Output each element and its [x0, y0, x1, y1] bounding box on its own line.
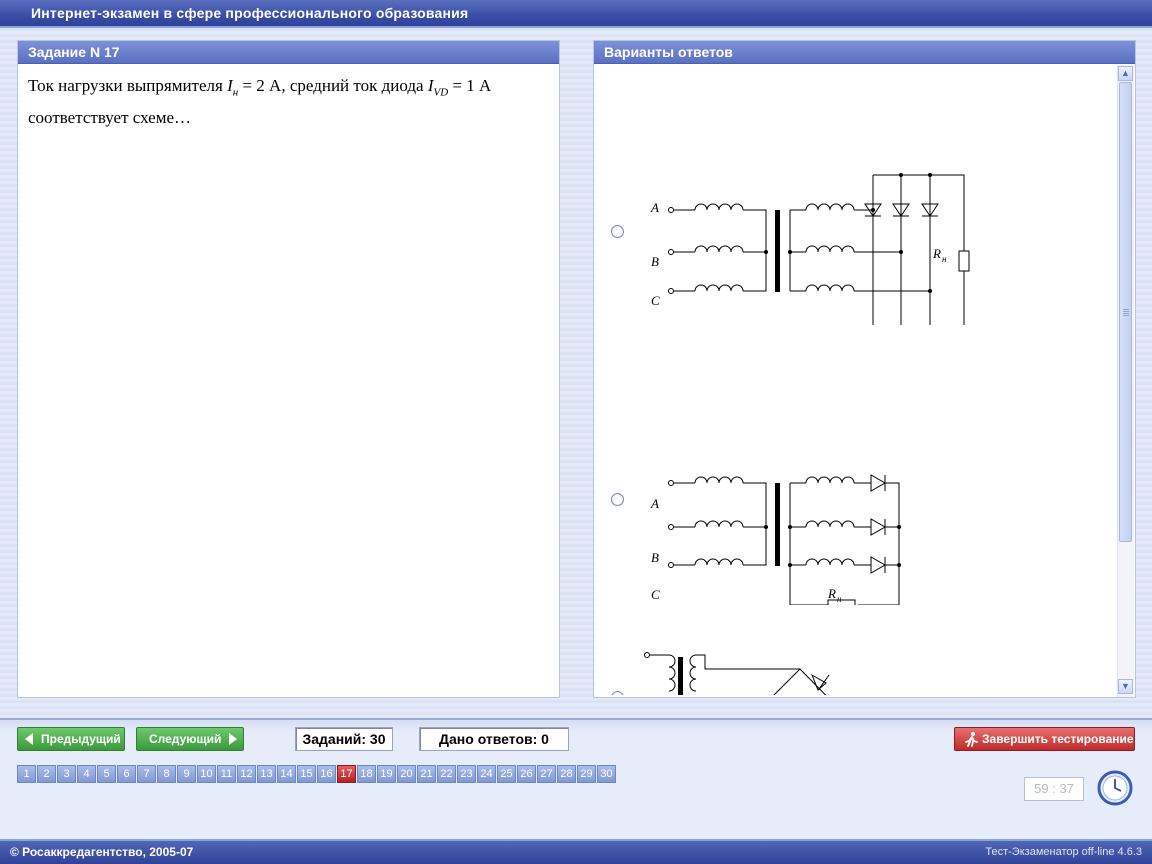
svg-text:A: A: [650, 200, 659, 215]
page-button[interactable]: 8: [157, 765, 176, 783]
answer-radio-3[interactable]: [611, 691, 624, 695]
footer-bar: © Росаккредагентство, 2005-07 Тест-Экзам…: [0, 839, 1152, 864]
answer-radio-2[interactable]: [611, 493, 624, 506]
page-button[interactable]: 20: [397, 765, 416, 783]
page-button[interactable]: 12: [237, 765, 256, 783]
answers-panel: Варианты ответов A B C R н A B C R н ▲ ▼: [593, 40, 1136, 698]
answers-header: Варианты ответов: [594, 41, 1135, 64]
version-text: Тест-Экзаменатор off-line 4.6.3: [985, 846, 1142, 858]
question-panel: Задание N 17 Ток нагрузки выпрямителя Iн…: [17, 40, 560, 698]
clock-icon: [1097, 770, 1133, 806]
svg-text:C: C: [651, 293, 660, 308]
question-text: Ток нагрузки выпрямителя Iн = 2 А, средн…: [28, 73, 543, 130]
copyright-text: © Росаккредагентство, 2005-07: [10, 845, 194, 859]
page-button[interactable]: 6: [117, 765, 136, 783]
answer-radio-1[interactable]: [611, 225, 624, 238]
window-title: Интернет-экзамен в сфере профессионально…: [31, 5, 469, 21]
circuit-diagram-option-2: A B C R н: [650, 474, 901, 605]
scroll-thumb[interactable]: [1119, 82, 1132, 542]
svg-text:н: н: [837, 594, 842, 604]
page-button[interactable]: 11: [217, 765, 236, 783]
arrow-right-icon: [229, 733, 237, 745]
page-button[interactable]: 25: [497, 765, 516, 783]
svg-text:R: R: [932, 246, 941, 261]
diode-current-variable: IVD: [427, 76, 449, 99]
svg-text:C: C: [651, 587, 660, 602]
finish-test-button[interactable]: Завершить тестирование: [954, 727, 1135, 751]
scroll-down-button[interactable]: ▼: [1118, 679, 1133, 694]
page-button[interactable]: 5: [97, 765, 116, 783]
window-titlebar: Интернет-экзамен в сфере профессионально…: [0, 0, 1152, 28]
page-button[interactable]: 17: [337, 765, 356, 783]
page-button[interactable]: 2: [37, 765, 56, 783]
question-header: Задание N 17: [18, 41, 559, 64]
current-variable: Iн: [227, 76, 239, 99]
prev-button[interactable]: Предыдущий: [17, 727, 125, 751]
running-man-icon: [965, 732, 978, 747]
page-button[interactable]: 19: [377, 765, 396, 783]
total-tasks-counter: Заданий: 30: [295, 727, 393, 751]
page-button[interactable]: 27: [537, 765, 556, 783]
page-button[interactable]: 28: [557, 765, 576, 783]
page-button[interactable]: 14: [277, 765, 296, 783]
svg-text:R: R: [827, 586, 836, 601]
arrow-left-icon: [25, 733, 33, 745]
page-button[interactable]: 3: [57, 765, 76, 783]
svg-text:н: н: [942, 254, 947, 264]
page-button[interactable]: 18: [357, 765, 376, 783]
scroll-up-button[interactable]: ▲: [1118, 66, 1133, 81]
svg-text:B: B: [651, 254, 659, 269]
page-button[interactable]: 9: [177, 765, 196, 783]
next-button[interactable]: Следующий: [136, 727, 244, 751]
circuit-diagram-option-1: A B C R н: [650, 173, 970, 325]
page-button[interactable]: 16: [317, 765, 336, 783]
page-button[interactable]: 4: [77, 765, 96, 783]
answers-scroll-area[interactable]: A B C R н A B C R н: [595, 65, 1117, 695]
page-button[interactable]: 1: [17, 765, 36, 783]
page-button[interactable]: 26: [517, 765, 536, 783]
page-button[interactable]: 13: [257, 765, 276, 783]
page-button[interactable]: 22: [437, 765, 456, 783]
page-button[interactable]: 23: [457, 765, 476, 783]
page-button[interactable]: 29: [577, 765, 596, 783]
circuit-diagram-option-3: [644, 652, 830, 695]
page-button[interactable]: 15: [297, 765, 316, 783]
question-text-part: Ток нагрузки выпрямителя: [28, 76, 228, 95]
page-button[interactable]: 7: [137, 765, 156, 783]
page-button[interactable]: 10: [197, 765, 216, 783]
question-text-part: = 2 А, средний ток диода: [238, 76, 428, 95]
page-button[interactable]: 30: [597, 765, 616, 783]
answered-counter: Дано ответов: 0: [419, 727, 569, 751]
answers-scrollbar[interactable]: ▲ ▼: [1117, 65, 1134, 697]
page-button[interactable]: 21: [417, 765, 436, 783]
timer-display: 59 : 37: [1024, 777, 1084, 801]
svg-text:A: A: [650, 496, 659, 511]
page-button[interactable]: 24: [477, 765, 496, 783]
svg-text:B: B: [651, 550, 659, 565]
